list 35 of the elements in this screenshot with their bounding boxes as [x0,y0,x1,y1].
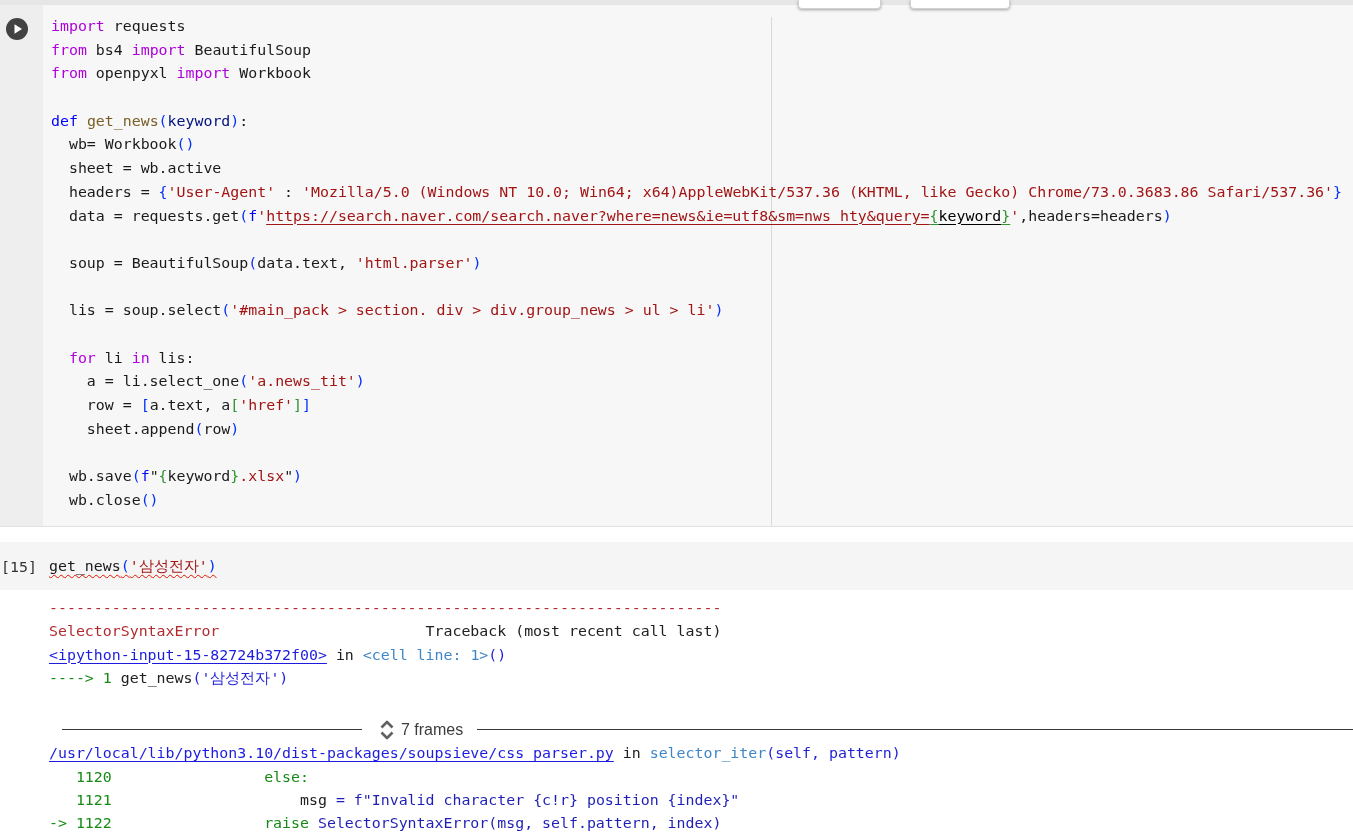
floating-button[interactable] [798,0,881,9]
code-line: sheet = wb.active [67,159,223,180]
code-editor[interactable] [43,5,1353,527]
traceback-line: --------------------------------------------------------------------------- [49,598,723,619]
execution-count: [15] [1,557,37,576]
file-link[interactable]: /usr/local/lib/python3.10/dist-packages/soupsieve/css_parser.py [49,744,614,763]
chevron-up-down-icon [380,718,394,741]
traceback-line: 1120 else: [74,767,310,788]
code-line: data = requests.get(f'https://search.naver.com/search.naver?where=news&ie=utf8&sm=nws_hty&query={keyword}',headers=headers) [67,206,1173,227]
code-line: wb.save(f"{keyword}.xlsx") [67,467,304,488]
code-line: from bs4 import BeautifulSoup [51,40,312,61]
run-button[interactable] [6,18,28,40]
code-line: soup = BeautifulSoup(data.text, 'html.parser') [67,253,483,274]
code-line: wb= Workbook() [67,135,196,156]
floating-button[interactable] [910,0,1010,9]
code-line: for li in lis: [67,348,196,369]
file-link[interactable]: <ipython-input-15-82724b372f00> [49,645,327,664]
code-line: sheet.append(row) [85,419,241,440]
traceback-line: SelectorSyntaxError Traceback (most recent call last) [49,622,723,643]
code-line: row = [a.text, a['href']] [85,396,312,416]
code-line: import requests [51,17,187,37]
traceback-line: ----> 1 get_news('삼성전자') [49,668,290,689]
traceback-line: 1121 msg = f"Invalid character {c!r} position {index}" [74,791,741,811]
play-icon [6,18,28,40]
code-line: headers = {'User-Agent' : 'Mozilla/5.0 (Windows NT 10.0; Win64; x64)AppleWebKit/537.36 (KHTML, like Gecko) Chrome/73.0.3683.86 Safari/537.36'} [67,182,1343,203]
traceback-line: <ipython-input-15-82724b372f00> in <cell line: 1>() [49,645,508,666]
code-line: lis = soup.select('#main_pack > section. div > div.group_news > ul > li') [67,301,725,322]
code-line: get_news('삼성전자') [49,555,217,577]
traceback-line: /usr/local/lib/python3.10/dist-packages/soupsieve/css_parser.py in selector_iter(self, pattern) [49,744,902,765]
traceback-line: -> 1122 raise SelectorSyntaxError(msg, self.pattern, index) [49,814,723,835]
frames-toggle-button[interactable]: 7 frames [380,718,464,741]
code-line: a = li.select_one('a.news_tit') [85,372,366,393]
code-line: from openpyxl import Workbook [51,64,312,85]
code-line: def get_news(keyword): [51,111,250,132]
code-line: wb.close() [67,490,160,511]
